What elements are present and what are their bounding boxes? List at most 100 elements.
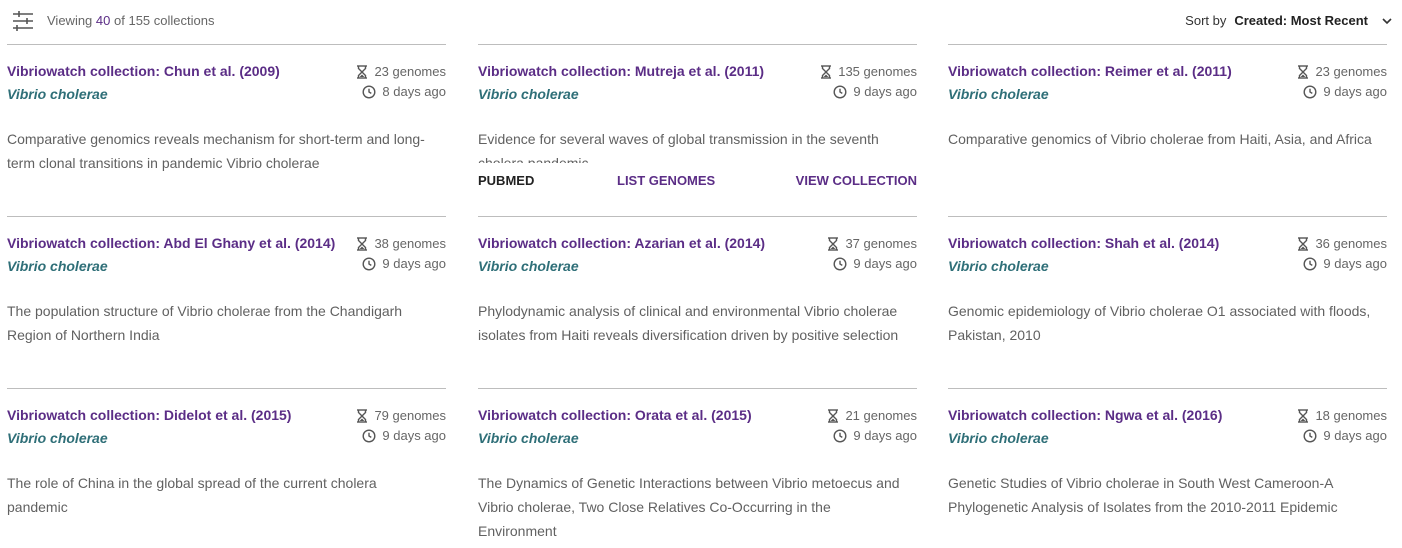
species-label: Vibrio cholerae bbox=[478, 86, 579, 102]
created-age: 9 days ago bbox=[362, 428, 446, 443]
collection-description: Genetic Studies of Vibrio cholerae in So… bbox=[948, 475, 1338, 515]
created-age-text: 9 days ago bbox=[382, 256, 446, 271]
hourglass-icon bbox=[828, 408, 839, 423]
genome-count-text: 38 genomes bbox=[374, 236, 446, 251]
species-label: Vibrio cholerae bbox=[948, 430, 1049, 446]
hourglass-icon bbox=[828, 236, 839, 251]
hourglass-icon bbox=[1298, 408, 1309, 423]
created-age-text: 9 days ago bbox=[1323, 256, 1387, 271]
genome-count: 23 genomes bbox=[1297, 64, 1387, 79]
created-age-text: 9 days ago bbox=[1323, 84, 1387, 99]
created-age-text: 8 days ago bbox=[382, 84, 446, 99]
collection-description: The Dynamics of Genetic Interactions bet… bbox=[478, 475, 900, 539]
view-collection-button[interactable]: VIEW COLLECTION bbox=[796, 173, 917, 188]
created-age-text: 9 days ago bbox=[382, 428, 446, 443]
created-age: 9 days ago bbox=[362, 256, 446, 271]
clock-icon bbox=[833, 428, 847, 443]
hourglass-icon bbox=[1298, 64, 1309, 79]
collection-title[interactable]: Vibriowatch collection: Chun et al. (200… bbox=[7, 63, 280, 79]
species-label: Vibrio cholerae bbox=[7, 258, 108, 274]
collection-description: Comparative genomics reveals mechanism f… bbox=[7, 131, 425, 171]
collection-count: Viewing 40 of 155 collections bbox=[47, 13, 214, 28]
created-age: 9 days ago bbox=[833, 84, 917, 99]
collection-card[interactable]: Vibriowatch collection: Mutreja et al. (… bbox=[478, 44, 917, 204]
hourglass-icon bbox=[357, 236, 368, 251]
collection-title[interactable]: Vibriowatch collection: Didelot et al. (… bbox=[7, 407, 291, 423]
collection-title[interactable]: Vibriowatch collection: Abd El Ghany et … bbox=[7, 235, 335, 251]
collection-card[interactable]: Vibriowatch collection: Ngwa et al. (201… bbox=[948, 388, 1387, 548]
genome-count: 37 genomes bbox=[827, 236, 917, 251]
collection-description: Phylodynamic analysis of clinical and en… bbox=[478, 303, 899, 343]
card-actions: PUBMED LIST GENOMES VIEW COLLECTION bbox=[478, 173, 917, 193]
list-genomes-button[interactable]: LIST GENOMES bbox=[617, 173, 715, 188]
clock-icon bbox=[362, 428, 376, 443]
collection-title[interactable]: Vibriowatch collection: Azarian et al. (… bbox=[478, 235, 765, 251]
collection-card[interactable]: Vibriowatch collection: Azarian et al. (… bbox=[478, 216, 917, 376]
collection-title[interactable]: Vibriowatch collection: Ngwa et al. (201… bbox=[948, 407, 1222, 423]
collection-description: Comparative genomics of Vibrio cholerae … bbox=[948, 131, 1372, 147]
clock-icon bbox=[833, 84, 847, 99]
created-age: 9 days ago bbox=[1303, 256, 1387, 271]
created-age: 9 days ago bbox=[833, 256, 917, 271]
genome-count: 36 genomes bbox=[1297, 236, 1387, 251]
species-label: Vibrio cholerae bbox=[7, 86, 108, 102]
species-label: Vibrio cholerae bbox=[478, 258, 579, 274]
chevron-down-icon[interactable] bbox=[1382, 16, 1392, 26]
created-age: 9 days ago bbox=[1303, 84, 1387, 99]
collection-card[interactable]: Vibriowatch collection: Abd El Ghany et … bbox=[7, 216, 446, 376]
created-age-text: 9 days ago bbox=[1323, 428, 1387, 443]
clock-icon bbox=[1303, 256, 1317, 271]
genome-count: 23 genomes bbox=[356, 64, 446, 79]
clock-icon bbox=[1303, 84, 1317, 99]
genome-count-text: 18 genomes bbox=[1315, 408, 1387, 423]
collection-card[interactable]: Vibriowatch collection: Orata et al. (20… bbox=[478, 388, 917, 548]
collection-card[interactable]: Vibriowatch collection: Didelot et al. (… bbox=[7, 388, 446, 548]
genome-count-text: 23 genomes bbox=[1315, 64, 1387, 79]
created-age: 9 days ago bbox=[833, 428, 917, 443]
genome-count-text: 37 genomes bbox=[845, 236, 917, 251]
created-age: 9 days ago bbox=[1303, 428, 1387, 443]
species-label: Vibrio cholerae bbox=[7, 430, 108, 446]
genome-count: 79 genomes bbox=[356, 408, 446, 423]
created-age: 8 days ago bbox=[362, 84, 446, 99]
created-age-text: 9 days ago bbox=[853, 84, 917, 99]
genome-count-text: 36 genomes bbox=[1315, 236, 1387, 251]
species-label: Vibrio cholerae bbox=[948, 86, 1049, 102]
hourglass-icon bbox=[821, 64, 832, 79]
genome-count: 135 genomes bbox=[820, 64, 917, 79]
hourglass-icon bbox=[357, 64, 368, 79]
sort-dropdown[interactable]: Sort by Created: Most Recent bbox=[1185, 13, 1392, 28]
species-label: Vibrio cholerae bbox=[948, 258, 1049, 274]
collection-description: Genomic epidemiology of Vibrio cholerae … bbox=[948, 303, 1371, 343]
collection-title[interactable]: Vibriowatch collection: Orata et al. (20… bbox=[478, 407, 752, 423]
created-age-text: 9 days ago bbox=[853, 256, 917, 271]
collection-card[interactable]: Vibriowatch collection: Chun et al. (200… bbox=[7, 44, 446, 204]
genome-count: 18 genomes bbox=[1297, 408, 1387, 423]
collection-title[interactable]: Vibriowatch collection: Reimer et al. (2… bbox=[948, 63, 1232, 79]
collection-description: The population structure of Vibrio chole… bbox=[7, 303, 403, 343]
collection-title[interactable]: Vibriowatch collection: Mutreja et al. (… bbox=[478, 63, 764, 79]
collection-description: The role of China in the global spread o… bbox=[7, 475, 377, 515]
sort-value[interactable]: Created: Most Recent bbox=[1234, 13, 1368, 28]
filter-sliders-icon[interactable] bbox=[12, 11, 34, 31]
pubmed-link[interactable]: PUBMED bbox=[478, 173, 534, 188]
clock-icon bbox=[833, 256, 847, 271]
viewing-suffix: of 155 collections bbox=[114, 13, 215, 28]
collection-card[interactable]: Vibriowatch collection: Reimer et al. (2… bbox=[948, 44, 1387, 204]
viewing-prefix: Viewing bbox=[47, 13, 93, 28]
collection-card[interactable]: Vibriowatch collection: Shah et al. (201… bbox=[948, 216, 1387, 376]
genome-count-text: 21 genomes bbox=[845, 408, 917, 423]
viewing-count: 40 bbox=[95, 13, 111, 28]
hourglass-icon bbox=[1298, 236, 1309, 251]
species-label: Vibrio cholerae bbox=[478, 430, 579, 446]
genome-count-text: 23 genomes bbox=[374, 64, 446, 79]
clock-icon bbox=[1303, 428, 1317, 443]
genome-count: 21 genomes bbox=[827, 408, 917, 423]
toolbar: Viewing 40 of 155 collections Sort by Cr… bbox=[0, 0, 1402, 44]
hourglass-icon bbox=[357, 408, 368, 423]
genome-count-text: 79 genomes bbox=[374, 408, 446, 423]
collection-description: Evidence for several waves of global tra… bbox=[478, 131, 879, 163]
created-age-text: 9 days ago bbox=[853, 428, 917, 443]
clock-icon bbox=[362, 256, 376, 271]
collection-title[interactable]: Vibriowatch collection: Shah et al. (201… bbox=[948, 235, 1219, 251]
